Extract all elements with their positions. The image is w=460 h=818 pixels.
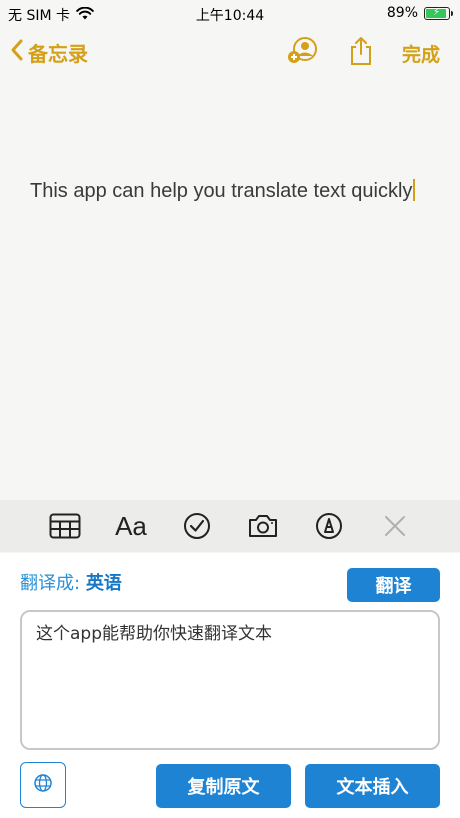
note-body[interactable]: This app can help you translate text qui… (30, 176, 430, 206)
checklist-icon[interactable] (179, 508, 215, 544)
translation-panel: 翻译成: 英语 翻译 这个app能帮助你快速翻译文本 复制原文 文本插入 (0, 553, 460, 818)
translate-to-label: 翻译成: (20, 573, 81, 594)
text-format-icon[interactable]: Aa (113, 508, 149, 544)
done-button[interactable]: 完成 (402, 40, 440, 67)
battery-icon: ⚡ (424, 6, 453, 20)
translate-button[interactable]: 翻译 (347, 568, 440, 602)
markup-pen-icon[interactable] (311, 508, 347, 544)
back-label: 备忘录 (28, 42, 88, 66)
insert-text-button[interactable]: 文本插入 (305, 764, 440, 808)
language-switch-button[interactable] (20, 762, 66, 808)
source-text-area[interactable]: 这个app能帮助你快速翻译文本 (20, 610, 440, 750)
share-icon[interactable] (348, 36, 374, 70)
table-icon[interactable] (47, 508, 83, 544)
chevron-left-icon (10, 38, 24, 67)
target-language: 英语 (85, 573, 122, 594)
add-people-icon[interactable] (286, 36, 320, 70)
camera-icon[interactable] (245, 508, 281, 544)
globe-icon (33, 773, 53, 797)
battery-fill: ⚡ (426, 7, 446, 18)
battery-percent: 89% (386, 5, 418, 21)
close-icon[interactable] (377, 508, 413, 544)
note-text: This app can help you translate text qui… (30, 180, 413, 202)
nav-bar: 备忘录 完成 (0, 30, 460, 74)
status-bar: 无 SIM 卡 上午10:44 89% ⚡ (0, 0, 460, 28)
nav-actions: 完成 (286, 36, 440, 70)
text-cursor (413, 179, 416, 201)
keyboard-toolbar: Aa (0, 500, 460, 552)
copy-original-button[interactable]: 复制原文 (156, 764, 291, 808)
back-button[interactable]: 备忘录 (10, 38, 88, 67)
status-right: 89% ⚡ (386, 5, 453, 21)
target-language-selector[interactable]: 翻译成: 英语 (20, 569, 122, 595)
text-format-label: Aa (115, 510, 147, 541)
